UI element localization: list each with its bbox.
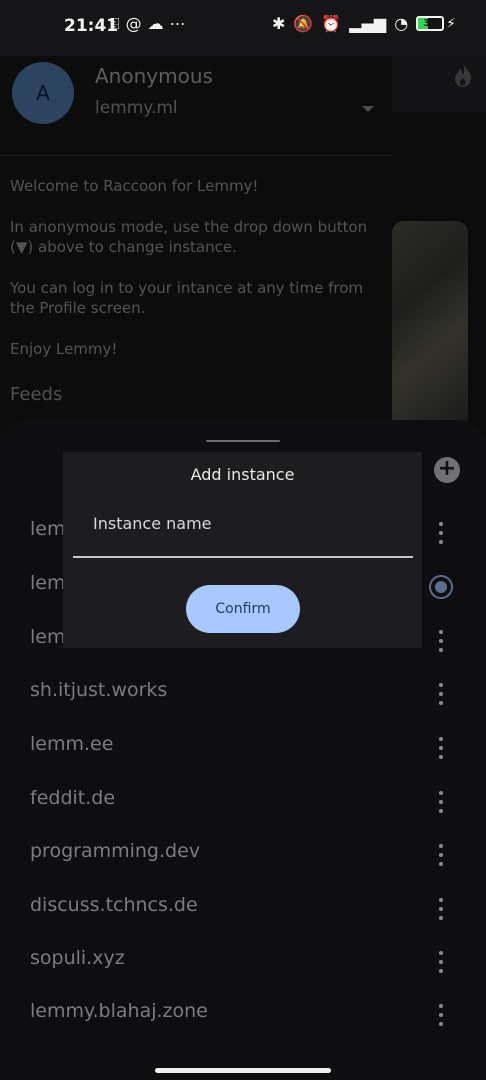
home-indicator[interactable]: [155, 1068, 331, 1073]
confirm-button[interactable]: Confirm: [186, 585, 300, 633]
battery-icon: 39 ⚡: [416, 16, 456, 32]
instance-label: discuss.tchncs.de: [30, 894, 198, 916]
more-options-icon[interactable]: [436, 683, 446, 705]
instance-row[interactable]: sh.itjust.works: [0, 667, 486, 720]
charging-icon: ⚡: [446, 15, 456, 32]
add-instance-icon[interactable]: +: [434, 457, 460, 483]
instance-label: sh.itjust.works: [30, 679, 168, 701]
selected-radio-icon[interactable]: [429, 575, 453, 599]
drag-handle[interactable]: [206, 440, 280, 442]
wifi-icon: ◔: [394, 14, 409, 33]
instance-row[interactable]: lemm.ee: [0, 721, 486, 774]
mute-icon: 🔕: [293, 14, 314, 33]
signal-icon: ▂▄▆: [349, 14, 387, 33]
instance-row[interactable]: discuss.tchncs.de: [0, 882, 486, 935]
alarm-icon: ⏰: [321, 14, 342, 33]
bluetooth-icon: ✱: [272, 14, 286, 33]
instance-label: sopuli.xyz: [30, 947, 125, 969]
more-options-icon[interactable]: [436, 737, 446, 759]
instance-row[interactable]: lemmy.blahaj.zone: [0, 988, 486, 1041]
more-icon: ⋯: [169, 14, 192, 33]
instance-label: lemm.ee: [30, 733, 114, 755]
sim-icon: ⌹: [110, 14, 126, 33]
instance-row[interactable]: feddit.de: [0, 775, 486, 828]
instance-label: lem: [30, 572, 66, 594]
instance-label: feddit.de: [30, 787, 116, 809]
instance-label: programming.dev: [30, 840, 201, 862]
input-underline: [73, 556, 413, 558]
status-left-icons: ⌹@☁⋯: [110, 14, 192, 34]
instance-name-input[interactable]: Instance name: [93, 514, 212, 533]
battery-percent: 39: [423, 18, 438, 29]
more-options-icon[interactable]: [436, 1004, 446, 1026]
more-options-icon[interactable]: [436, 522, 446, 544]
more-options-icon[interactable]: [436, 630, 446, 652]
instance-row[interactable]: sopuli.xyz: [0, 935, 486, 988]
instance-label: lem: [30, 518, 66, 540]
dialog-title: Add instance: [190, 465, 295, 484]
threads-icon: @: [125, 14, 148, 33]
more-options-icon[interactable]: [436, 951, 446, 973]
instance-row[interactable]: programming.dev: [0, 828, 486, 881]
instance-label: lem: [30, 626, 66, 648]
status-right-icons: ✱ 🔕 ⏰ ▂▄▆ ◔ 39 ⚡: [272, 14, 456, 33]
add-instance-dialog: Add instance Instance name Confirm: [63, 452, 422, 648]
status-bar: 21:41 ⌹@☁⋯ ✱ 🔕 ⏰ ▂▄▆ ◔ 39 ⚡: [0, 0, 486, 56]
more-options-icon[interactable]: [436, 898, 446, 920]
more-options-icon[interactable]: [436, 791, 446, 813]
more-options-icon[interactable]: [436, 844, 446, 866]
cloud-icon: ☁: [147, 14, 170, 33]
instance-label: lemmy.blahaj.zone: [30, 1000, 208, 1022]
